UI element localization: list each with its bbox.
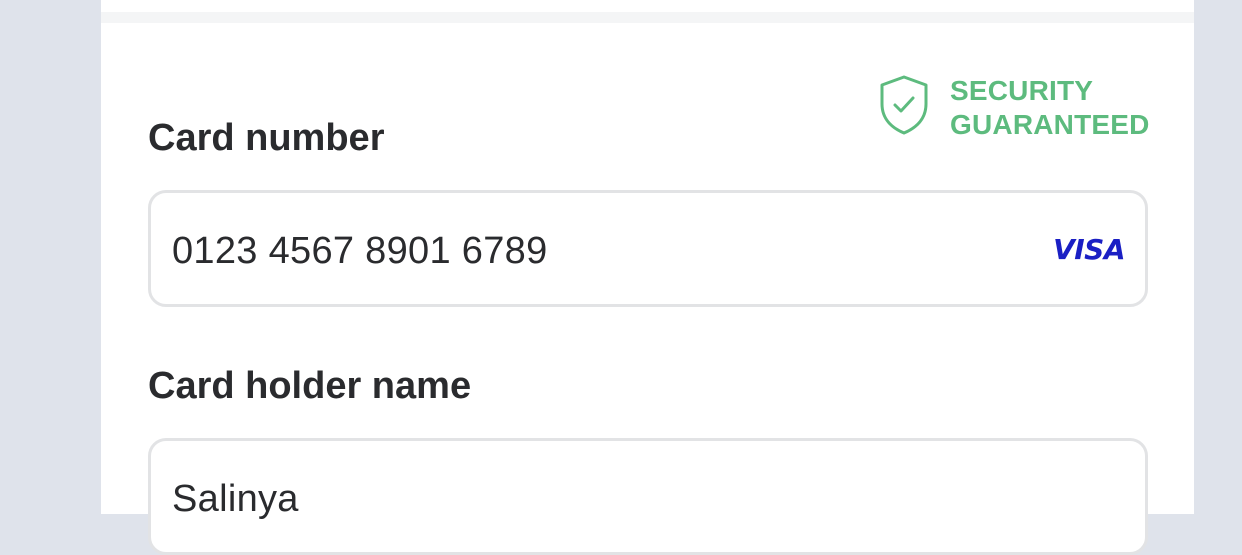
shield-check-icon [880,75,928,135]
panel-top-strip [101,0,1194,12]
security-line-2: GUARANTEED [950,109,1150,140]
card-number-label: Card number [148,117,385,159]
card-number-value: 0123 4567 8901 6789 [172,230,548,272]
section-divider [101,12,1194,23]
card-holder-label: Card holder name [148,365,472,407]
payment-form-panel: SECURITY GUARANTEED Card number 0123 456… [101,0,1194,555]
security-line-1: SECURITY [950,75,1094,106]
card-holder-value: Salinya [172,478,299,520]
security-text: SECURITY GUARANTEED [950,74,1150,142]
security-badge: SECURITY GUARANTEED [878,74,1150,142]
visa-logo-icon: VISA [1053,233,1125,266]
card-holder-field[interactable]: Salinya [148,438,1148,555]
card-number-field[interactable]: 0123 4567 8901 6789 VISA [148,190,1148,307]
